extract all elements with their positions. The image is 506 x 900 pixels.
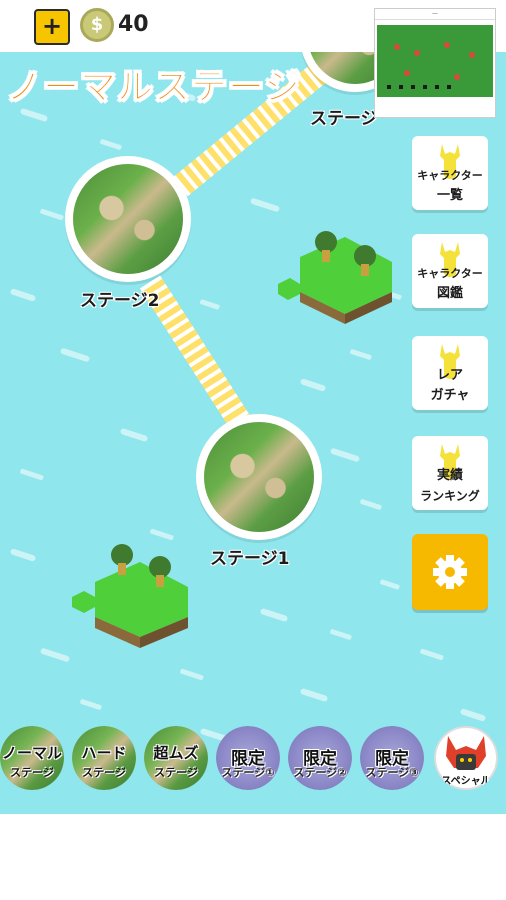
bottom-area <box>0 814 506 900</box>
tab-normal-stage[interactable]: ノーマル ステージ <box>0 726 64 790</box>
rare-gacha-label-2: ガチャ <box>430 388 470 403</box>
character-list-label-2: 一覧 <box>436 188 463 203</box>
island-1 <box>278 231 392 324</box>
stage-1-node[interactable] <box>196 414 322 540</box>
character-encyclopedia-button[interactable]: キャラクター 図鑑 <box>412 234 488 308</box>
rare-gacha-button[interactable]: レア ガチャ <box>412 336 488 410</box>
tab-limited-2-label-2: ステージ② <box>293 766 347 779</box>
coin-icon: $ <box>80 8 114 42</box>
preview-field <box>377 25 493 97</box>
stage-1-texture <box>204 422 314 532</box>
preview-decoration <box>387 42 475 89</box>
achievements-label-1: 実績 <box>436 468 463 483</box>
tab-super-hard-stage[interactable]: 超ムズ ステージ <box>144 726 208 790</box>
coin-count: 40 <box>118 12 149 37</box>
add-coins-button[interactable]: + <box>34 9 70 45</box>
preview-thumbnail: — <box>374 8 496 118</box>
character-encyclopedia-label-2: 図鑑 <box>436 286 463 301</box>
character-list-button[interactable]: キャラクター 一覧 <box>412 136 488 210</box>
character-encyclopedia-label-1: キャラクター <box>417 267 483 280</box>
achievements-ranking-button[interactable]: 実績 ランキング <box>412 436 488 510</box>
settings-button[interactable] <box>412 534 488 610</box>
preview-caption: — <box>375 9 495 20</box>
tab-hard-label-1: ハード <box>81 744 127 762</box>
tab-super-hard-label-2: ステージ <box>154 766 198 779</box>
stage-3-label: ステージ <box>310 109 378 129</box>
tab-hard-label-2: ステージ <box>82 766 126 779</box>
tab-special-label: スペシャル <box>441 776 491 787</box>
page-title: ノーマルステージ <box>5 67 302 109</box>
stage-2-node[interactable] <box>65 156 191 282</box>
tab-limited-1-label-2: ステージ① <box>221 766 275 779</box>
stage-2-label: ステージ2 <box>80 291 160 311</box>
tab-hard-stage[interactable]: ハード ステージ <box>72 726 136 790</box>
tab-limited-3-label-2: ステージ③ <box>365 766 419 779</box>
island-2 <box>72 544 188 648</box>
ranking-label-2: ランキング <box>420 489 480 503</box>
tab-limited-stage-3[interactable]: 限定 ステージ③ <box>360 726 424 790</box>
tab-normal-label-2: ステージ <box>10 766 54 779</box>
tab-special[interactable]: スペシャル <box>434 726 498 790</box>
gear-icon <box>433 555 467 589</box>
tab-normal-label-1: ノーマル <box>1 744 62 762</box>
tab-limited-stage-1[interactable]: 限定 ステージ① <box>216 726 280 790</box>
tab-limited-stage-2[interactable]: 限定 ステージ② <box>288 726 352 790</box>
stage-1-label: ステージ1 <box>210 549 290 569</box>
rare-gacha-label-1: レア <box>436 368 463 383</box>
character-list-label-1: キャラクター <box>417 169 483 182</box>
tab-super-hard-label-1: 超ムズ <box>153 744 199 762</box>
stage-2-texture <box>73 164 183 274</box>
